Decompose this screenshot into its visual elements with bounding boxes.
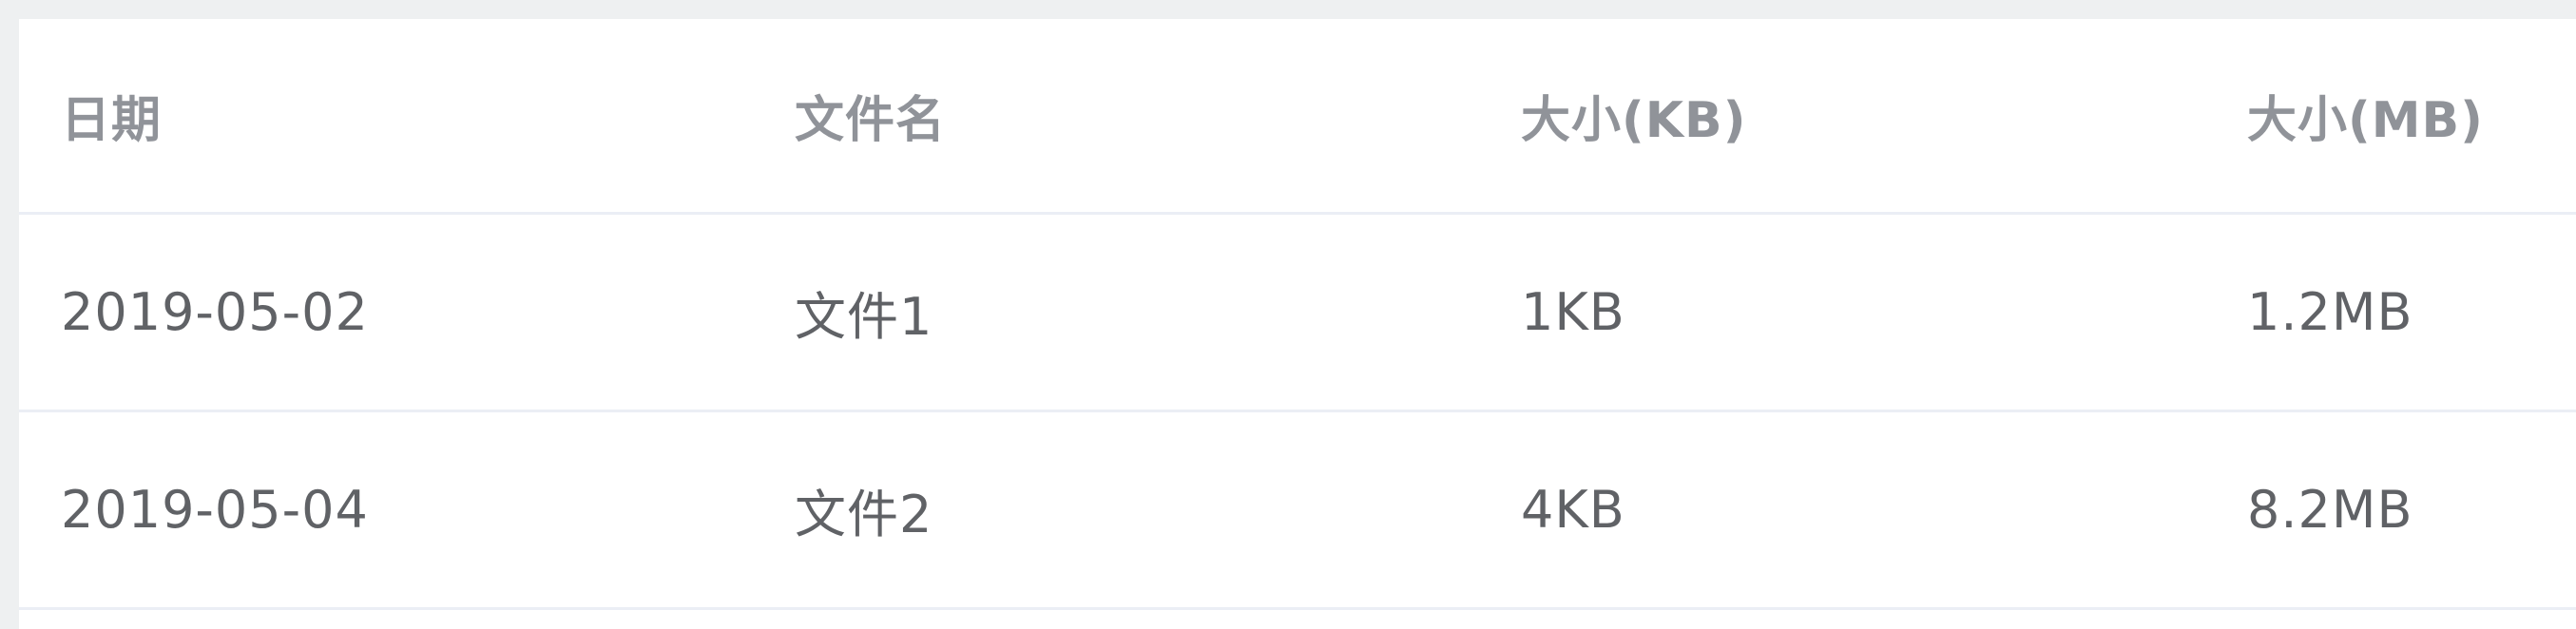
date-cell: 2019-05-04 xyxy=(61,480,369,540)
column-header-date[interactable]: 日期 xyxy=(61,19,162,212)
table-row[interactable]: 2019-05-02 文件1 1KB 1.2MB xyxy=(19,215,2576,412)
filename-cell: 文件2 xyxy=(795,485,933,544)
date-cell: 2019-05-02 xyxy=(61,282,369,342)
size-mb-cell: 1.2MB xyxy=(2247,282,2413,342)
file-table: 日期 文件名 大小(KB) 大小(MB) 2019-05-02 文件1 1KB … xyxy=(19,19,2576,629)
column-header-filename[interactable]: 文件名 xyxy=(795,19,946,212)
column-header-size-kb[interactable]: 大小(KB) xyxy=(1521,19,1746,212)
filename-cell: 文件1 xyxy=(795,287,933,347)
size-kb-cell: 4KB xyxy=(1521,480,1625,540)
size-mb-cell: 8.2MB xyxy=(2247,480,2413,540)
table-row[interactable]: 2019-05-04 文件2 4KB 8.2MB xyxy=(19,412,2576,610)
table-header-row: 日期 文件名 大小(KB) 大小(MB) xyxy=(19,19,2576,215)
size-kb-cell: 1KB xyxy=(1521,282,1625,342)
column-header-size-mb[interactable]: 大小(MB) xyxy=(2247,19,2484,212)
